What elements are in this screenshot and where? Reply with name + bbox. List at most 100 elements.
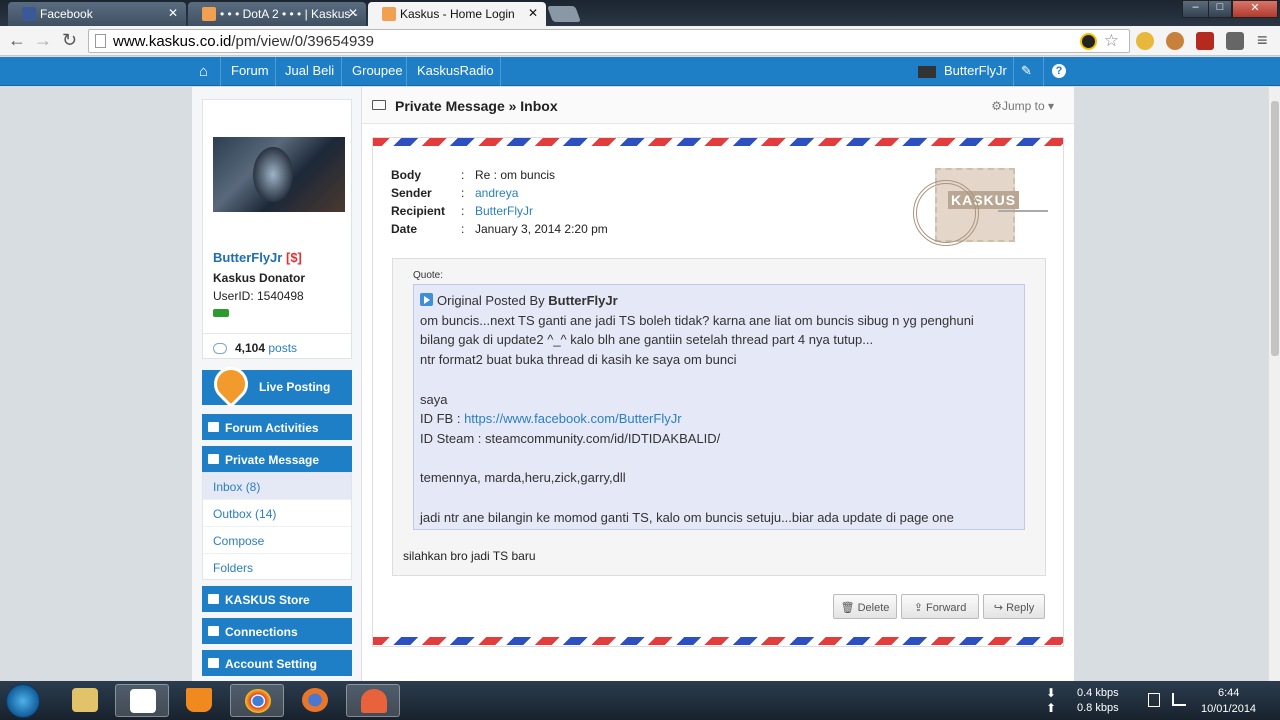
nav-groupee[interactable]: Groupee [352,63,403,78]
new-tab-button[interactable] [547,6,581,22]
page-content: ButterFlyJr [$] Kaskus Donator UserID: 1… [192,87,1074,681]
close-window-button[interactable]: ✕ [1232,0,1278,18]
extension-cat-icon[interactable] [1136,32,1154,50]
store-icon [208,594,219,604]
home-icon[interactable]: ⌂ [199,63,208,80]
chrome-menu-icon[interactable]: ≡ [1257,30,1268,51]
extension-cookie-icon[interactable] [1166,32,1184,50]
profile-card: ButterFlyJr [$] Kaskus Donator UserID: 1… [202,99,352,359]
user-menu[interactable]: ButterFlyJr [918,63,1007,78]
quote-line: temennya, marda,heru,zick,garry,dll [420,470,626,486]
quote-line: saya [420,391,448,407]
tab-kaskus-home[interactable]: Kaskus - Home Login ✕ [368,2,546,26]
page-title: Private Message » Inbox [395,98,558,114]
start-button[interactable] [6,684,40,718]
forum-activities-button[interactable]: Forum Activities [202,414,352,440]
pm-inbox-link[interactable]: Inbox (8) [203,473,351,500]
message-sender-row: Sender: andreya [391,186,519,200]
scrollbar-thumb[interactable] [1271,101,1279,356]
taskbar-explorer[interactable] [58,684,112,717]
connections-button[interactable]: Connections [202,618,352,644]
quote-header: Original Posted By ButterFlyJr [420,291,1018,311]
clock-date[interactable]: 10/01/2014 [1201,703,1256,715]
close-tab-icon[interactable]: ✕ [168,6,178,20]
quote-blank-line [420,488,1018,508]
upload-arrow-icon: ⬆ [1046,701,1057,715]
taskbar-firefox[interactable] [288,684,342,717]
address-bar[interactable]: www.kaskus.co.id/pm/view/0/39654939 ☆ [88,29,1130,53]
nav-divider [220,57,221,86]
pm-folders-link[interactable]: Folders [203,554,351,581]
main-panel: Private Message » Inbox ⚙Jump to ▾ Body:… [362,87,1074,681]
message-content: Quote: Original Posted By ButterFlyJr om… [392,258,1046,576]
quote-line: om buncis...next TS ganti ane jadi TS bo… [420,312,974,328]
maximize-button[interactable]: □ [1208,0,1232,18]
quote-block: Original Posted By ButterFlyJr om buncis… [413,284,1025,530]
live-posting-pin-icon [206,359,256,409]
system-tray-icon[interactable] [1148,693,1160,707]
taskbar-chrome[interactable] [230,684,284,717]
nav-jual-beli[interactable]: Jual Beli [285,63,334,78]
close-tab-icon[interactable]: ✕ [528,6,538,20]
kaskus-favicon-icon [382,7,396,21]
help-icon[interactable]: ? [1052,64,1066,78]
reply-button[interactable]: ↪ Reply [983,594,1045,619]
recipient-link[interactable]: ButterFlyJr [475,204,533,218]
minimize-button[interactable]: – [1182,0,1209,18]
heart-app-icon [361,689,387,713]
taskbar-vlc[interactable] [172,684,226,717]
profile-username[interactable]: ButterFlyJr [$] [213,250,302,265]
sender-link[interactable]: andreya [475,186,518,200]
reply-text: silahkan bro jadi TS baru [403,549,536,563]
extension-icon[interactable] [1080,33,1097,50]
page-scrollbar[interactable] [1268,87,1280,681]
account-setting-button[interactable]: Account Setting [202,650,352,676]
back-arrow-icon[interactable]: ← [8,30,26,51]
pm-compose-link[interactable]: Compose [203,527,351,554]
pm-outbox-link[interactable]: Outbox (14) [203,500,351,527]
nav-divider [1013,57,1014,86]
nav-divider [500,57,501,86]
nav-forum[interactable]: Forum [231,63,269,78]
facebook-link[interactable]: https://www.facebook.com/ButterFlyJr [464,411,681,426]
pencil-icon[interactable]: ✎ [1021,63,1032,79]
private-message-button[interactable]: Private Message [202,446,352,472]
live-posting-button[interactable]: Live Posting [202,359,352,409]
reputation-badge-icon [213,309,229,317]
postmark-wave [998,210,1048,212]
chrome-icon [245,689,271,713]
comment-bubble-icon [213,343,227,355]
bookmark-star-icon[interactable]: ☆ [1104,31,1119,51]
avatar[interactable] [213,137,345,212]
pm-menu: Inbox (8) Outbox (14) Compose Folders [202,472,352,580]
vlc-icon [186,688,212,712]
tab-label: Kaskus - Home Login [400,7,515,21]
user-id: UserID: 1540498 [213,289,304,303]
network-icon[interactable] [1172,693,1186,706]
reload-icon[interactable]: ↻ [62,30,77,51]
message-recipient-row: Recipient: ButterFlyJr [391,204,534,218]
dota-extension-icon[interactable] [1196,32,1214,50]
page-icon [95,34,106,48]
forward-arrow-icon[interactable]: → [34,30,52,51]
sidebar: ButterFlyJr [$] Kaskus Donator UserID: 1… [192,87,362,681]
post-count[interactable]: 4,104 posts [203,333,351,359]
delete-button[interactable]: 🗑 Delete [833,594,897,619]
jump-to-dropdown[interactable]: ⚙Jump to ▾ [991,99,1054,113]
tab-facebook[interactable]: Facebook ✕ [8,2,186,26]
message-date-row: Date: January 3, 2014 2:20 pm [391,222,608,236]
taskbar-heart-app[interactable] [346,684,400,717]
quote-line: ID Steam : steamcommunity.com/id/IDTIDAK… [420,430,721,446]
postmark-ring [913,180,979,246]
forward-button[interactable]: ⇪ Forward [901,594,979,619]
extension-glasses-icon[interactable] [1226,32,1244,50]
airmail-border-bottom [373,637,1063,645]
kaskus-store-button[interactable]: KASKUS Store [202,586,352,612]
view-post-icon[interactable] [420,293,433,306]
clock-time[interactable]: 6:44 [1218,687,1239,699]
taskbar-kaskus[interactable] [115,684,169,717]
envelope-icon [208,454,219,464]
tab-dota[interactable]: • • • DotA 2 • • • | Kaskus - ✕ [188,2,366,26]
close-tab-icon[interactable]: ✕ [348,6,358,20]
nav-kaskusradio[interactable]: KaskusRadio [417,63,494,78]
